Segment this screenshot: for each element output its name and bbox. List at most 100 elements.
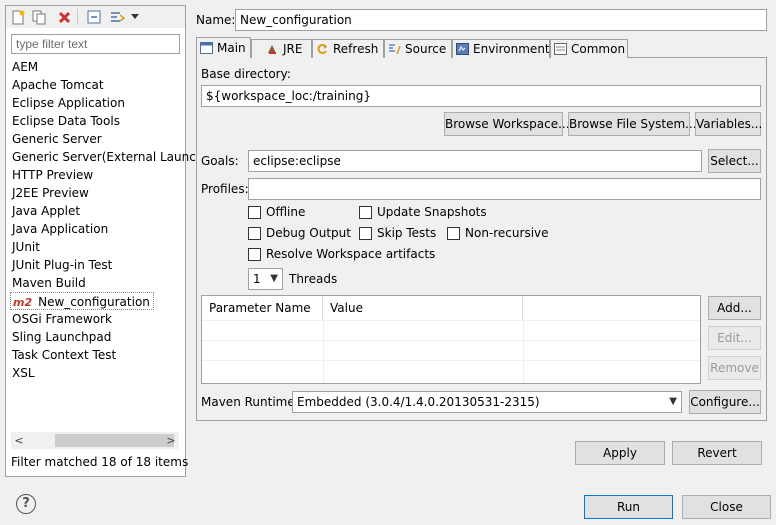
tab-common[interactable]: Common <box>550 39 628 58</box>
scroll-right-icon[interactable]: > <box>163 432 179 449</box>
checkbox-box[interactable] <box>248 205 261 219</box>
name-field[interactable]: New_configuration <box>235 9 767 31</box>
scrollbar-thumb[interactable] <box>55 434 174 447</box>
select-goals-button[interactable]: Select... <box>708 149 761 173</box>
collapse-all-icon[interactable] <box>86 9 102 25</box>
skip-tests-checkbox[interactable]: Skip Tests <box>359 225 436 241</box>
run-button[interactable]: Run <box>584 495 673 519</box>
close-button[interactable]: Close <box>682 495 771 519</box>
goals-field[interactable]: eclipse:eclipse <box>248 150 702 172</box>
tree-item-eclipse-data-tools[interactable]: Eclipse Data Tools <box>12 112 120 130</box>
column-header-value[interactable]: Value <box>323 296 523 320</box>
checkbox-box[interactable] <box>248 226 261 240</box>
tab-main[interactable]: Main <box>196 37 251 58</box>
apply-button[interactable]: Apply <box>575 441 665 465</box>
help-icon[interactable]: ? <box>16 494 36 514</box>
tree-item-generic-server[interactable]: Generic Server <box>12 130 102 148</box>
threads-label: Threads <box>289 272 338 286</box>
main-tab-icon <box>200 42 213 54</box>
column-header-parameter-name[interactable]: Parameter Name <box>202 296 323 320</box>
goals-label: Goals: <box>201 154 239 168</box>
chevron-down-icon: ▼ <box>270 273 278 284</box>
checkbox-box[interactable] <box>248 247 261 261</box>
edit-parameter-button[interactable]: Edit... <box>708 326 761 350</box>
profiles-field[interactable] <box>248 178 761 200</box>
variables-button[interactable]: Variables... <box>695 112 762 136</box>
tree-item-xsl[interactable]: XSL <box>12 364 35 382</box>
table-column-divider <box>323 320 324 383</box>
tree-item-java-applet[interactable]: Java Applet <box>12 202 80 220</box>
tab-refresh[interactable]: Refresh <box>312 39 384 58</box>
tree-item-generic-server-external[interactable]: Generic Server(External Launch) <box>12 148 208 166</box>
tab-main-label: Main <box>217 40 246 55</box>
tree-item-apache-tomcat[interactable]: Apache Tomcat <box>12 76 104 94</box>
tree-item-osgi-framework[interactable]: OSGi Framework <box>12 310 112 328</box>
tab-jre-label: JRE <box>283 41 303 56</box>
scroll-left-icon[interactable]: < <box>11 432 27 449</box>
debug-output-checkbox[interactable]: Debug Output <box>248 225 351 241</box>
tree-item-task-context-test[interactable]: Task Context Test <box>12 346 116 364</box>
remove-parameter-button[interactable]: Remove <box>708 356 761 380</box>
table-column-divider <box>523 320 524 383</box>
name-label: Name: <box>196 13 236 27</box>
filter-input[interactable] <box>11 34 180 54</box>
threads-value: 1 <box>253 272 261 286</box>
parameters-table[interactable]: Parameter Name Value <box>201 295 701 384</box>
update-snapshots-checkbox[interactable]: Update Snapshots <box>359 204 487 220</box>
dropdown-menu-icon[interactable] <box>130 9 140 25</box>
tree-item-new-configuration[interactable]: m2 New_configuration <box>10 292 154 310</box>
jre-tab-icon <box>266 43 279 55</box>
maven-m2-icon: m2 <box>13 296 33 309</box>
table-row-divider <box>202 320 700 321</box>
configure-runtime-button[interactable]: Configure... <box>689 390 761 414</box>
new-configuration-icon[interactable] <box>10 9 26 25</box>
revert-button[interactable]: Revert <box>672 441 762 465</box>
skip-tests-label: Skip Tests <box>377 226 437 240</box>
duplicate-icon[interactable] <box>31 9 47 25</box>
threads-select[interactable]: 1 ▼ <box>248 268 283 290</box>
tree-item-aem[interactable]: AEM <box>12 58 38 76</box>
resolve-workspace-label: Resolve Workspace artifacts <box>266 247 436 261</box>
offline-label: Offline <box>266 205 306 219</box>
tab-common-label: Common <box>571 41 626 56</box>
tab-source-label: Source <box>405 41 447 56</box>
tab-jre[interactable]: JRE <box>251 39 312 58</box>
chevron-down-icon: ▼ <box>669 396 677 407</box>
tree-item-junit-plugin-test[interactable]: JUnit Plug-in Test <box>12 256 112 274</box>
browse-file-system-button[interactable]: Browse File System... <box>568 112 697 136</box>
offline-checkbox[interactable]: Offline <box>248 204 305 220</box>
tree-item-eclipse-application[interactable]: Eclipse Application <box>12 94 125 112</box>
base-directory-field[interactable]: ${workspace_loc:/training} <box>201 85 761 107</box>
toolbar-divider <box>77 9 78 25</box>
browse-workspace-button[interactable]: Browse Workspace... <box>444 112 570 136</box>
checkbox-box[interactable] <box>359 205 372 219</box>
environment-tab-icon <box>456 43 469 55</box>
resolve-workspace-checkbox[interactable]: Resolve Workspace artifacts <box>248 246 435 262</box>
checkbox-box[interactable] <box>447 226 460 240</box>
non-recursive-checkbox[interactable]: Non-recursive <box>447 225 549 241</box>
launch-config-toolbar <box>6 6 185 28</box>
maven-runtime-select[interactable]: Embedded (3.0.4/1.4.0.20130531-2315) ▼ <box>292 391 682 413</box>
tab-environment-label: Environment <box>473 41 550 56</box>
filter-icon[interactable] <box>109 9 125 25</box>
table-row-divider <box>202 360 700 361</box>
refresh-tab-icon <box>316 43 329 55</box>
source-tab-icon <box>388 43 401 55</box>
checkbox-box[interactable] <box>359 226 372 240</box>
tab-source[interactable]: Source <box>384 39 452 58</box>
non-recursive-label: Non-recursive <box>465 226 549 240</box>
tree-item-j2ee-preview[interactable]: J2EE Preview <box>12 184 89 202</box>
tab-environment[interactable]: Environment <box>452 39 550 58</box>
table-row-divider <box>202 340 700 341</box>
tree-item-java-application[interactable]: Java Application <box>12 220 108 238</box>
tab-refresh-label: Refresh <box>333 41 379 56</box>
maven-runtime-label: Maven Runtime: <box>201 395 299 409</box>
delete-icon[interactable] <box>56 9 72 25</box>
tree-item-http-preview[interactable]: HTTP Preview <box>12 166 93 184</box>
add-parameter-button[interactable]: Add... <box>708 296 761 320</box>
filter-status-text: Filter matched 18 of 18 items <box>11 455 189 469</box>
horizontal-scrollbar[interactable]: < > <box>11 432 179 449</box>
tree-item-junit[interactable]: JUnit <box>12 238 40 256</box>
tree-item-maven-build[interactable]: Maven Build <box>12 274 86 292</box>
tree-item-sling-launchpad[interactable]: Sling Launchpad <box>12 328 111 346</box>
